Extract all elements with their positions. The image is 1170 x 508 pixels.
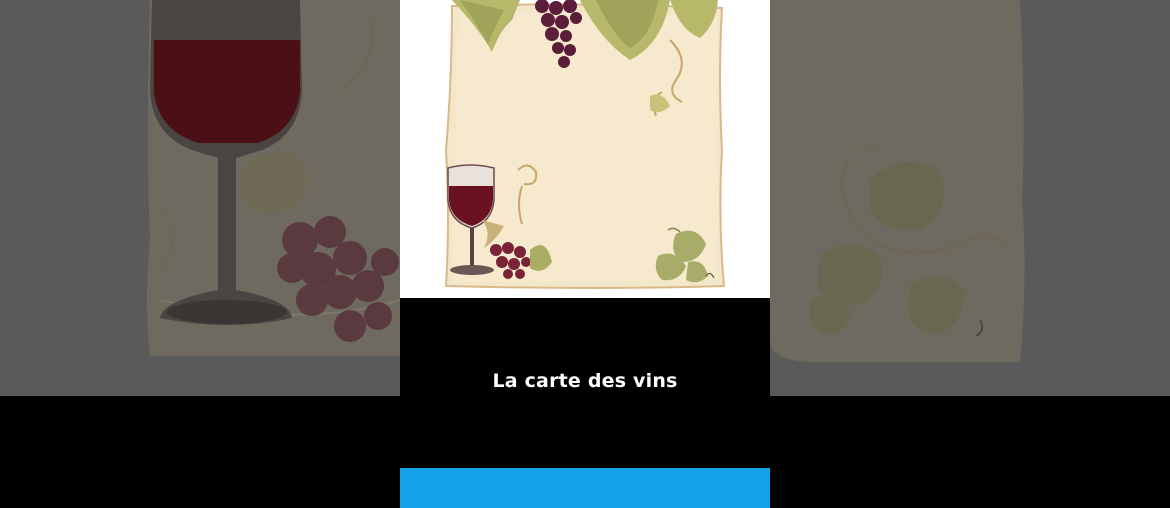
accent-bar [400, 468, 770, 508]
caption-title: La carte des vins [492, 370, 678, 392]
caption-panel: La carte des vins [400, 298, 770, 468]
wine-list-illustration [400, 0, 770, 298]
background-left-panel [0, 0, 400, 396]
parchment-artwork [400, 0, 770, 298]
background-left-art [0, 0, 400, 396]
background-right-panel [770, 0, 1170, 396]
background-right-art [770, 0, 1170, 396]
